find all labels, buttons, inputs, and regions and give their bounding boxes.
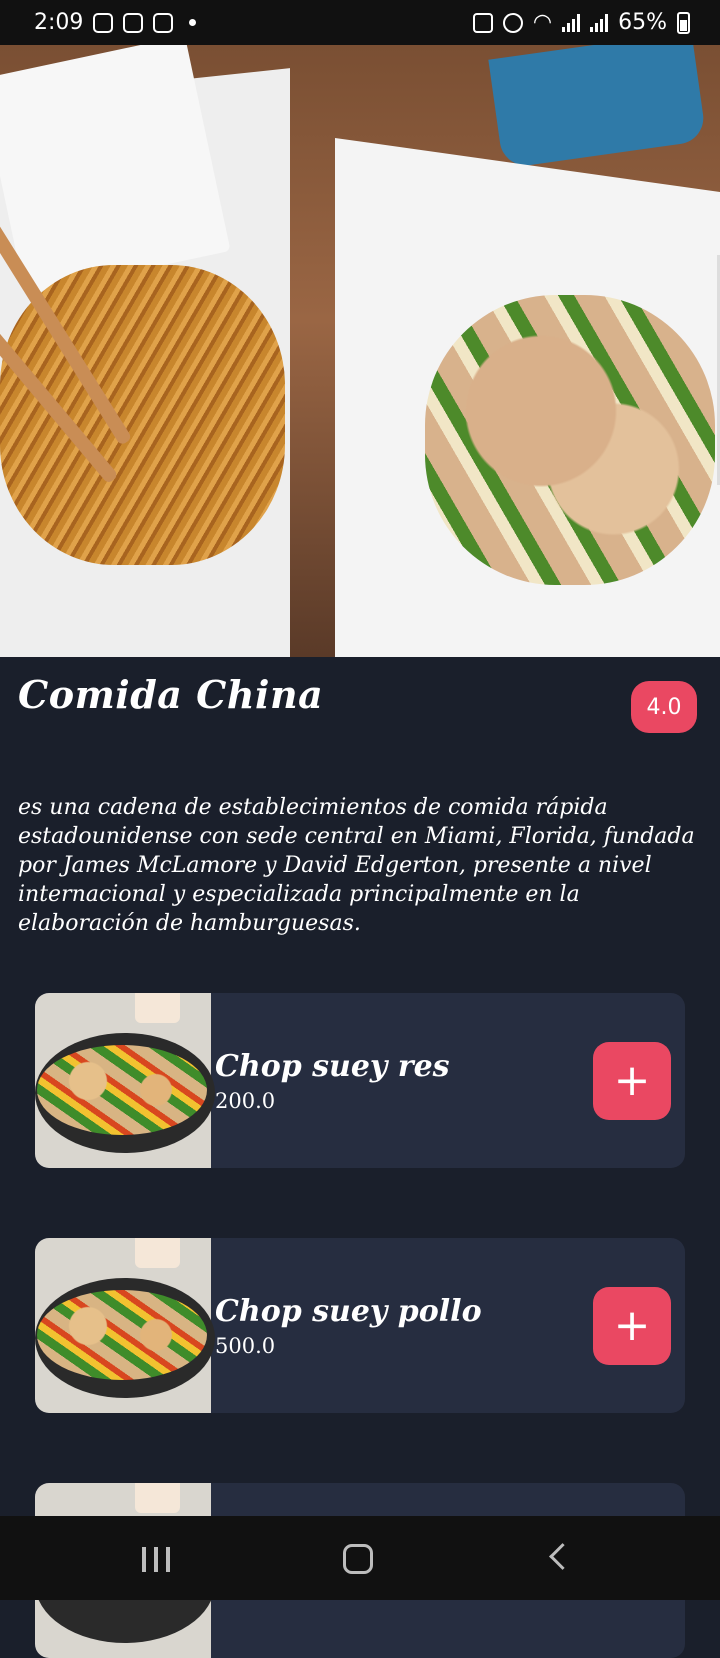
status-left: 2:09 [34, 10, 197, 35]
voicemail-icon [93, 12, 114, 33]
wifi-icon: ◠ [532, 10, 553, 35]
menu-item-card[interactable]: Chop suey res 200.0 + [35, 993, 685, 1168]
battery-icon [677, 11, 690, 34]
back-icon[interactable] [549, 1543, 576, 1570]
dot-icon [189, 19, 197, 26]
status-time: 2:09 [34, 10, 84, 35]
instagram-icon [123, 12, 144, 33]
system-nav-bar [0, 1516, 720, 1600]
signal-icon [562, 13, 581, 32]
recent-apps-icon[interactable] [142, 1547, 170, 1572]
glass [135, 993, 180, 1023]
add-to-cart-button[interactable]: + [593, 1042, 671, 1120]
restaurant-description: es una cadena de establecimientos de com… [18, 795, 695, 936]
dish-price: 200.0 [215, 1089, 276, 1113]
glass [135, 1238, 180, 1268]
restaurant-title: Comida China [18, 672, 324, 717]
battery-saver-icon [472, 12, 493, 33]
dish-price: 500.0 [215, 1334, 276, 1358]
status-right: ◠ 65% [472, 10, 690, 35]
add-to-cart-button[interactable]: + [593, 1287, 671, 1365]
phone-in-background [488, 45, 707, 169]
battery-percent: 65% [618, 10, 667, 35]
menu-item-card[interactable]: Chop suey pollo 500.0 + [35, 1238, 685, 1413]
instagram-icon [153, 12, 174, 33]
home-icon[interactable] [343, 1544, 373, 1574]
hero-image [0, 45, 720, 657]
alarm-icon [502, 12, 523, 33]
status-bar: 2:09 ◠ 65% [0, 0, 720, 45]
signal-icon [590, 13, 609, 32]
dish-name: Chop suey res [215, 1049, 450, 1084]
dish-image [35, 1238, 215, 1413]
dish-image [35, 993, 215, 1168]
glass [135, 1483, 180, 1513]
chop-suey [37, 1045, 207, 1135]
rating-badge: 4.0 [631, 681, 697, 733]
dish-name: Chop suey pollo [215, 1294, 482, 1329]
chop-suey [37, 1290, 207, 1380]
chicken-vegetables [425, 295, 715, 585]
